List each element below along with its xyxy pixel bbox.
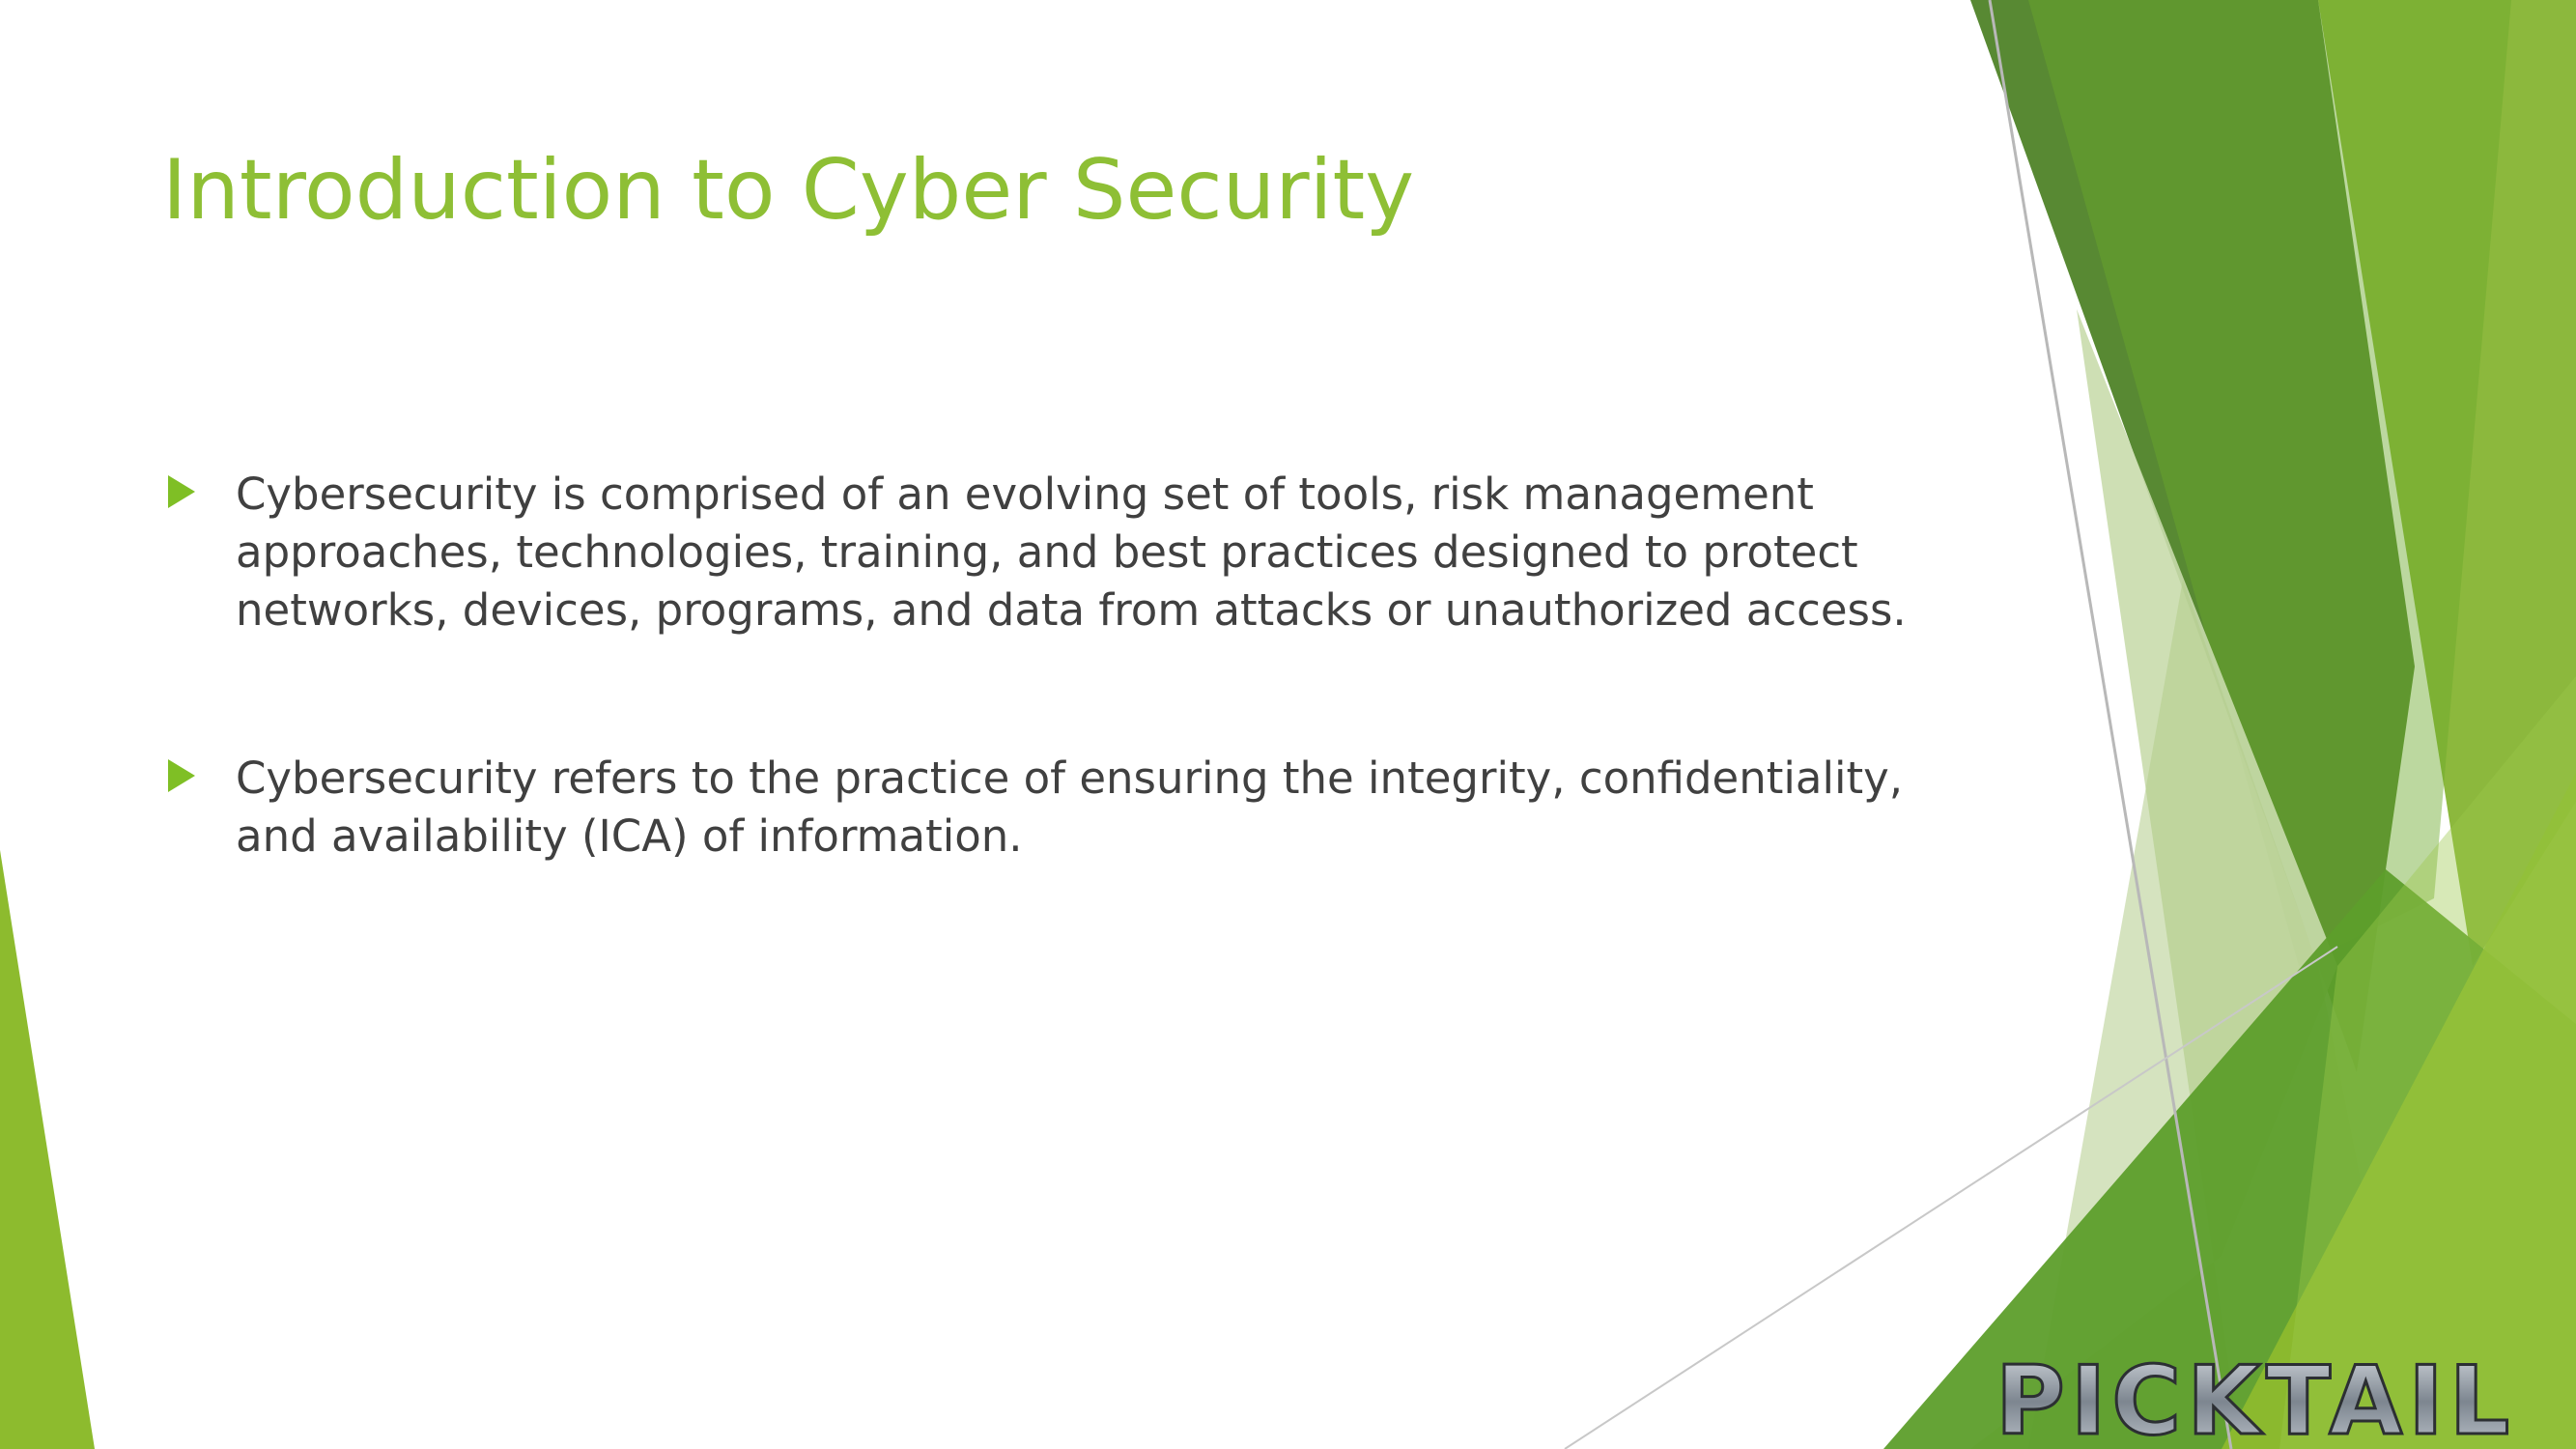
slide-title: Introduction to Cyber Security [162, 142, 1415, 239]
slide: Introduction to Cyber Security Cybersecu… [0, 0, 2576, 1449]
bullet-list: Cybersecurity is comprised of an evolvin… [164, 466, 1941, 976]
logo-wordmark: PICKTAIL [1996, 1350, 2515, 1447]
bullet-text-1: Cybersecurity is comprised of an evolvin… [236, 469, 1907, 636]
left-green-sliver [0, 850, 95, 1449]
picktail-logo: PICKTAIL [1995, 1350, 2515, 1447]
triangle-bullet-icon [168, 759, 195, 792]
bullet-item-1: Cybersecurity is comprised of an evolvin… [164, 466, 1941, 639]
triangle-bullet-icon [168, 475, 195, 508]
bullet-text-2: Cybersecurity refers to the practice of … [236, 753, 1904, 862]
bullet-item-2: Cybersecurity refers to the practice of … [164, 750, 1941, 866]
